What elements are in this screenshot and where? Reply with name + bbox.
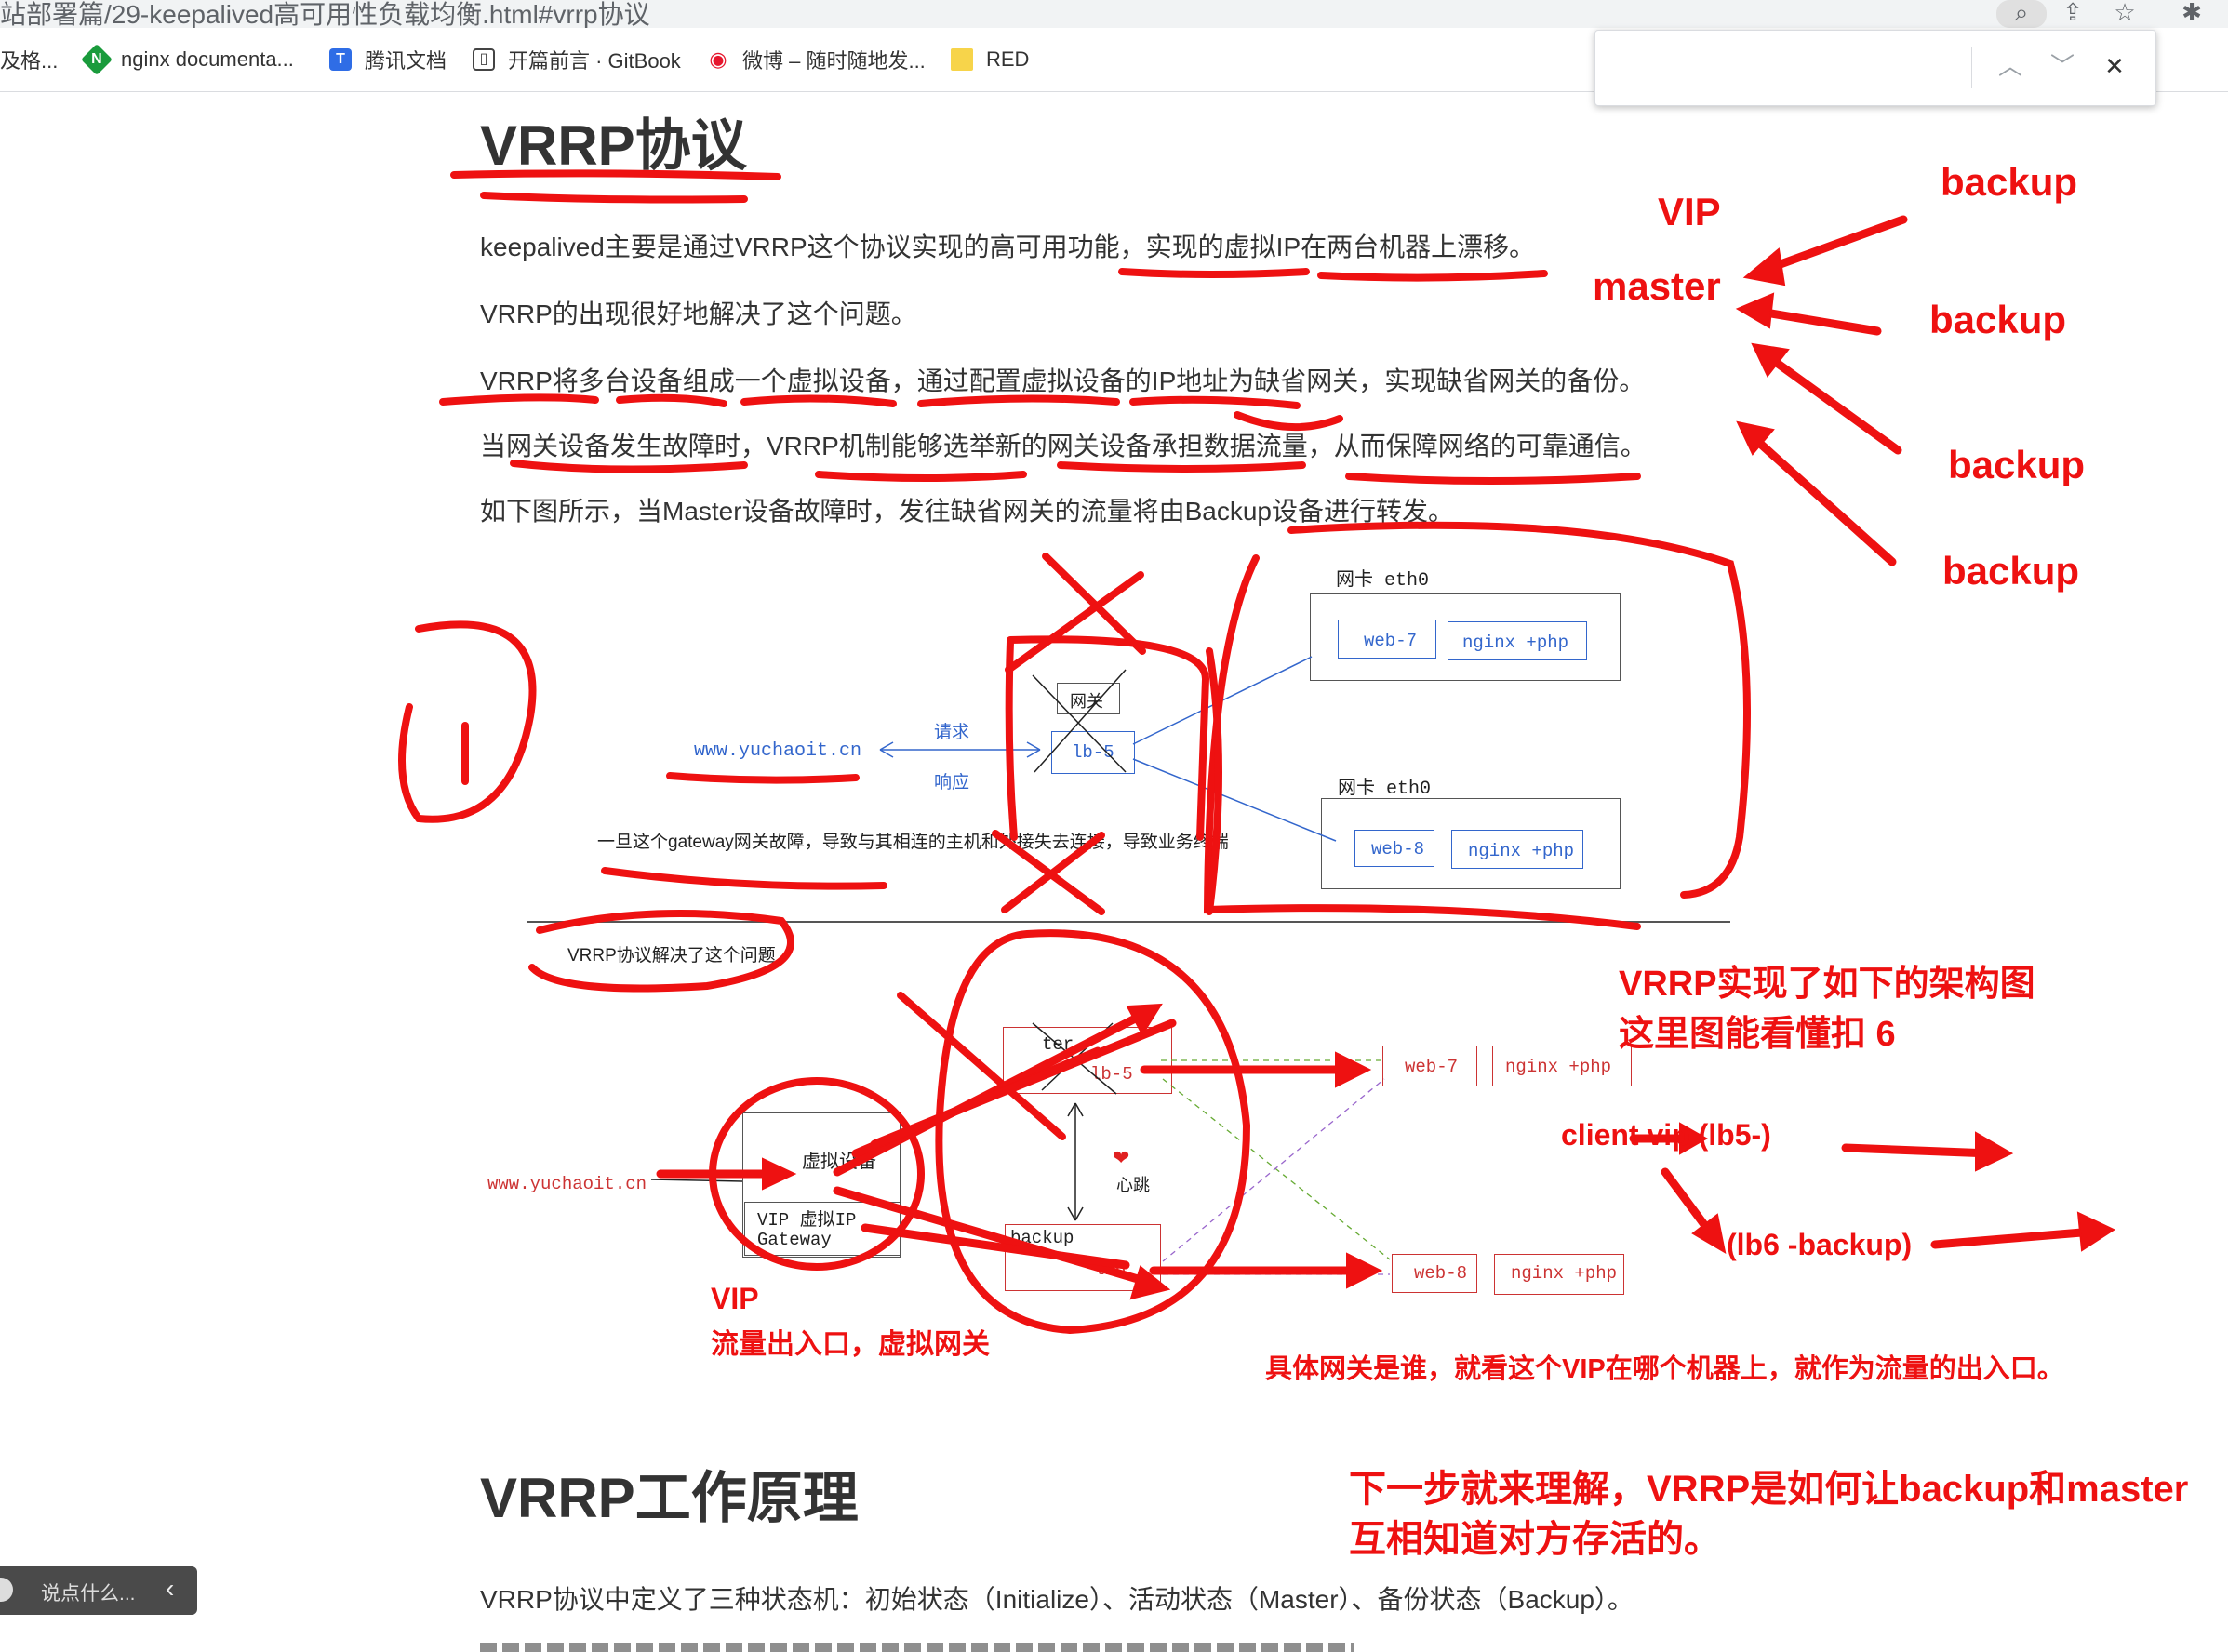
annotation-master: master bbox=[1593, 264, 1721, 308]
annotation-vip: VIP bbox=[1658, 190, 1721, 233]
red-circles bbox=[398, 620, 1251, 1335]
red-arrows bbox=[656, 215, 2116, 1300]
annotation-vip: VIP bbox=[711, 1282, 759, 1315]
chevron-left-icon[interactable]: ‹ bbox=[166, 1574, 174, 1604]
comment-widget[interactable]: 说点什么... ‹ bbox=[0, 1566, 197, 1615]
annotation-arch: 这里图能看懂扣 6 bbox=[1619, 1015, 1896, 1054]
annotation-arch: VRRP实现了如下的架构图 bbox=[1619, 965, 2035, 1004]
diagram-connector-lines bbox=[1162, 1078, 1390, 1275]
annotation-vip-desc: 流量出入口，虚拟网关 bbox=[711, 1329, 990, 1360]
section-title: VRRP工作原理 bbox=[480, 1467, 859, 1529]
annotation-next: 互相知道对方存活的。 bbox=[1349, 1519, 1721, 1560]
comment-placeholder: 说点什么... bbox=[41, 1583, 136, 1605]
annotation-backup: backup bbox=[1942, 549, 2080, 593]
diagram-connector-lines bbox=[1161, 1059, 1391, 1260]
annotation-backup: backup bbox=[1929, 298, 2067, 341]
annotation-lb6-backup: (lb6 -backup) bbox=[1727, 1228, 1913, 1261]
red-underlines bbox=[439, 169, 1751, 930]
paragraph-cutoff bbox=[480, 1637, 1354, 1652]
comment-icon bbox=[0, 1578, 13, 1602]
annotation-layer bbox=[398, 169, 2116, 1335]
annotation-gateway-explain: 具体网关是谁，就看这个VIP在哪个机器上，就作为流量的出入口。 bbox=[1265, 1354, 2064, 1384]
annotation-next: 下一步就来理解，VRRP是如何让backup和master bbox=[1349, 1469, 2189, 1510]
annotation-client-vip: client vip (lb5-) bbox=[1561, 1118, 1771, 1152]
paragraph: VRRP协议中定义了三种状态机：初始状态（Initialize）、活动状态（Ma… bbox=[480, 1585, 1634, 1614]
diagram-connector-lines bbox=[879, 656, 1337, 842]
annotation-backup: backup bbox=[1948, 443, 2086, 486]
annotation-backup: backup bbox=[1941, 160, 2078, 204]
